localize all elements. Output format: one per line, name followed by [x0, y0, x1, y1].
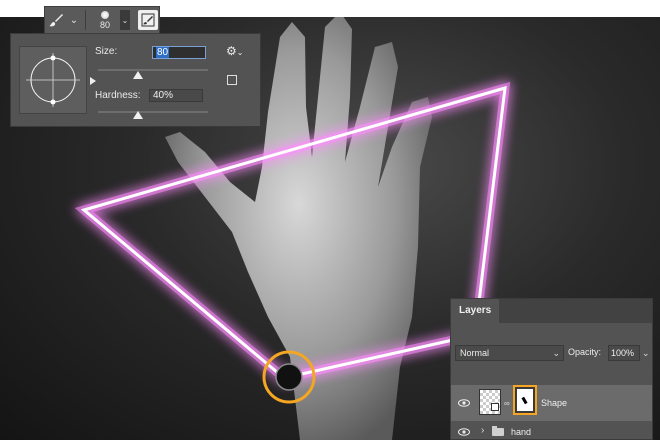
tool-preset-caret-icon[interactable]: ⌄: [67, 7, 81, 33]
angle-arrow-icon[interactable]: [90, 77, 96, 85]
tool-options-bar: ⌄ 80 ⌄: [44, 6, 160, 34]
hardness-slider-thumb[interactable]: [133, 111, 143, 119]
hardness-slider-track[interactable]: [98, 111, 208, 113]
eye-icon[interactable]: [458, 399, 470, 407]
new-preset-icon[interactable]: [227, 75, 237, 85]
brush-preset-picker-button[interactable]: 80: [90, 7, 120, 33]
size-label: Size:: [95, 46, 118, 57]
size-slider-track[interactable]: [98, 69, 208, 71]
layer-row-shape[interactable]: ∞ Shape: [451, 385, 652, 421]
size-field[interactable]: 80: [152, 46, 206, 59]
brush-preset-caret-icon[interactable]: ⌄: [120, 10, 130, 30]
toolbar-divider: [85, 10, 86, 30]
link-icon[interactable]: ∞: [504, 399, 510, 408]
tab-layers[interactable]: Layers: [451, 299, 500, 323]
folder-icon: [492, 426, 504, 436]
opacity-label: Opacity:: [568, 347, 602, 357]
layer-name: Shape: [541, 398, 568, 408]
chevron-right-icon[interactable]: ›: [481, 425, 484, 436]
brush-preset-size: 80: [99, 19, 110, 30]
layers-panel: Layers Normal ⌄ Opacity: 100% ⌄ ∞ Shape …: [450, 298, 653, 440]
opacity-chevron-icon[interactable]: ⌄: [642, 345, 650, 361]
brush-preset-picker-panel: Size: 80 Hardness: 40% ⚙⌄: [10, 33, 261, 127]
opacity-field[interactable]: 100%: [608, 345, 640, 361]
brush-icon[interactable]: [45, 7, 67, 33]
blend-mode-select[interactable]: Normal ⌄: [455, 345, 564, 361]
gear-icon[interactable]: ⚙⌄: [226, 44, 243, 58]
layer-thumbnail: [479, 389, 501, 415]
brush-angle-preview[interactable]: [19, 46, 87, 114]
layer-name: hand: [511, 427, 532, 437]
blend-mode-value: Normal: [460, 348, 490, 358]
layer-row-hand[interactable]: › hand: [451, 423, 652, 441]
size-slider-thumb[interactable]: [133, 71, 143, 79]
brush-settings-icon[interactable]: [138, 10, 158, 30]
eye-icon[interactable]: [458, 428, 470, 436]
hardness-label: Hardness:: [95, 90, 141, 101]
brush-tip-icon: [101, 10, 109, 19]
layer-mask-thumbnail[interactable]: [513, 385, 537, 415]
layers-toolbar: Normal ⌄ Opacity: 100% ⌄: [453, 345, 650, 363]
size-value: 80: [156, 47, 170, 58]
hardness-field[interactable]: 40%: [149, 89, 203, 102]
brush-cursor: [275, 363, 303, 391]
chevron-down-icon: ⌄: [552, 348, 560, 358]
layers-panel-header: Layers: [451, 299, 652, 323]
smart-object-icon: [491, 403, 499, 411]
